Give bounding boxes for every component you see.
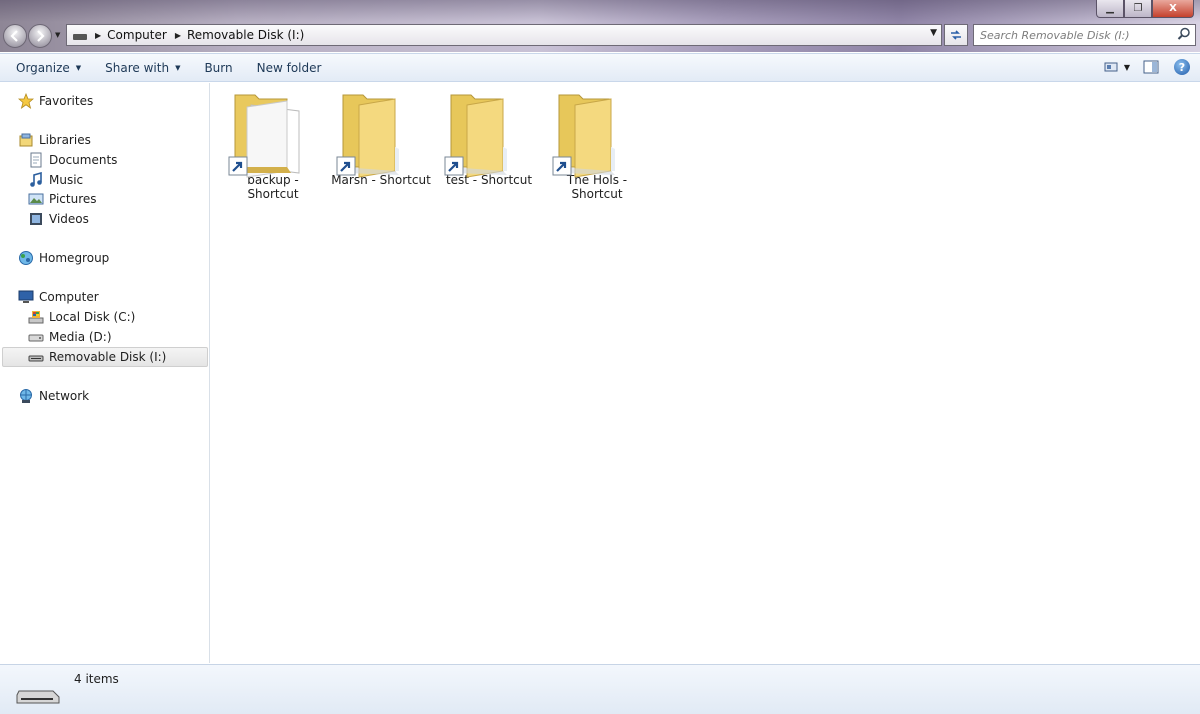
view-icon — [1104, 62, 1118, 72]
share-with-menu[interactable]: Share with ▼ — [97, 57, 188, 79]
preview-pane-button[interactable] — [1142, 59, 1160, 75]
chevron-right-icon[interactable]: ▶ — [175, 31, 181, 40]
sidebar-item-documents[interactable]: Documents — [28, 150, 117, 170]
burn-button[interactable]: Burn — [196, 57, 240, 79]
sidebar-item-videos[interactable]: Videos — [28, 209, 89, 229]
libraries-icon — [18, 132, 34, 148]
help-icon[interactable]: ? — [1174, 59, 1190, 75]
sidebar-item-label: Local Disk (C:) — [49, 310, 136, 324]
back-button[interactable] — [3, 24, 27, 48]
sidebar-item-favorites[interactable]: Favorites — [18, 91, 93, 111]
file-item-backup-shortcut[interactable]: backup - Shortcut — [221, 87, 325, 201]
folder-shortcut-icon — [437, 87, 541, 179]
chevron-down-icon: ▼ — [175, 63, 181, 72]
computer-icon — [18, 289, 34, 305]
sidebar-item-label: Homegroup — [39, 251, 110, 265]
organize-menu[interactable]: Organize ▼ — [8, 57, 89, 79]
sidebar-item-network[interactable]: Network — [18, 386, 89, 406]
view-controls: ▼ ? — [1090, 59, 1190, 75]
refresh-button[interactable] — [944, 24, 968, 46]
file-item-the-hols-shortcut[interactable]: The Hols - Shortcut — [545, 87, 649, 201]
breadcrumb-computer[interactable]: Computer — [107, 28, 167, 42]
command-bar: Organize ▼ Share with ▼ Burn New folder … — [0, 53, 1200, 82]
breadcrumb-removable-disk[interactable]: Removable Disk (I:) — [187, 28, 304, 42]
recent-pages-dropdown[interactable]: ▼ — [55, 31, 63, 41]
file-item-marsh-shortcut[interactable]: Marsh - Shortcut — [329, 87, 433, 187]
homegroup-icon — [18, 250, 34, 266]
item-count: 4 items — [74, 672, 119, 686]
status-bar: 4 items — [0, 664, 1200, 714]
sidebar-item-label: Favorites — [39, 94, 94, 108]
star-icon — [18, 93, 34, 109]
sidebar-item-pictures[interactable]: Pictures — [28, 189, 97, 209]
organize-label: Organize — [16, 60, 70, 75]
arrow-left-icon — [10, 30, 18, 42]
sidebar-item-label: Libraries — [39, 133, 91, 147]
address-dropdown-icon[interactable]: ▼ — [930, 28, 937, 38]
videos-icon — [28, 211, 44, 227]
navigation-pane: Favorites Libraries Documents Music Pict… — [0, 83, 210, 663]
arrow-right-icon — [37, 30, 45, 42]
removable-drive-icon — [28, 349, 44, 365]
refresh-icon — [951, 30, 961, 40]
sidebar-item-computer[interactable]: Computer — [18, 287, 99, 307]
new-folder-button[interactable]: New folder — [249, 57, 330, 79]
removable-drive-icon — [16, 690, 60, 704]
sidebar-item-homegroup[interactable]: Homegroup — [18, 248, 109, 268]
maximize-button[interactable]: ❐ — [1124, 0, 1152, 18]
sidebar-item-label: Music — [49, 173, 84, 187]
burn-label: Burn — [204, 60, 233, 75]
search-input[interactable] — [980, 28, 1170, 42]
view-options-dropdown-icon[interactable]: ▼ — [1124, 63, 1130, 72]
share-with-label: Share with — [105, 60, 170, 75]
sidebar-item-local-disk-c[interactable]: Local Disk (C:) — [28, 307, 135, 327]
chevron-down-icon: ▼ — [75, 63, 82, 72]
title-bar-shade — [0, 0, 1200, 22]
search-icon[interactable] — [1177, 27, 1191, 41]
pictures-icon — [28, 191, 44, 207]
sidebar-item-label: Pictures — [49, 192, 97, 206]
network-icon — [18, 388, 34, 404]
sidebar-item-label: Removable Disk (I:) — [49, 350, 167, 364]
close-button[interactable]: X — [1152, 0, 1194, 18]
file-item-test-shortcut[interactable]: test - Shortcut — [437, 87, 541, 187]
music-icon — [28, 172, 44, 188]
search-box[interactable] — [973, 24, 1196, 46]
sidebar-item-libraries[interactable]: Libraries — [18, 130, 91, 150]
file-list: backup - Shortcut Marsh - Shortcut test … — [211, 83, 1200, 663]
window-controls: ▁ ❐ X — [1096, 0, 1194, 18]
change-view-button[interactable] — [1102, 59, 1120, 75]
chevron-right-icon[interactable]: ▶ — [95, 31, 101, 40]
folder-with-documents-shortcut-icon — [221, 87, 325, 179]
minimize-button[interactable]: ▁ — [1096, 0, 1124, 18]
sidebar-item-music[interactable]: Music — [28, 170, 83, 190]
hard-drive-icon — [28, 329, 44, 345]
drive-icon — [73, 34, 87, 40]
sidebar-item-label: Documents — [49, 153, 118, 167]
sidebar-item-label: Videos — [49, 212, 89, 226]
file-name-line2: Shortcut — [247, 187, 299, 201]
system-drive-icon — [28, 309, 44, 325]
sidebar-item-label: Computer — [39, 290, 99, 304]
sidebar-item-label: Media (D:) — [49, 330, 112, 344]
sidebar-item-removable-disk-i[interactable]: Removable Disk (I:) — [2, 347, 208, 367]
forward-button[interactable] — [28, 24, 52, 48]
sidebar-item-media-d[interactable]: Media (D:) — [28, 327, 112, 347]
folder-shortcut-icon — [545, 87, 649, 179]
sidebar-item-label: Network — [39, 389, 90, 403]
file-name-line2: Shortcut — [571, 187, 623, 201]
address-bar[interactable]: ▶ Computer ▶ Removable Disk (I:) ▼ — [66, 24, 942, 46]
preview-pane-icon — [1143, 60, 1159, 74]
new-folder-label: New folder — [256, 60, 322, 75]
documents-icon — [28, 152, 44, 168]
folder-shortcut-icon — [329, 87, 433, 179]
